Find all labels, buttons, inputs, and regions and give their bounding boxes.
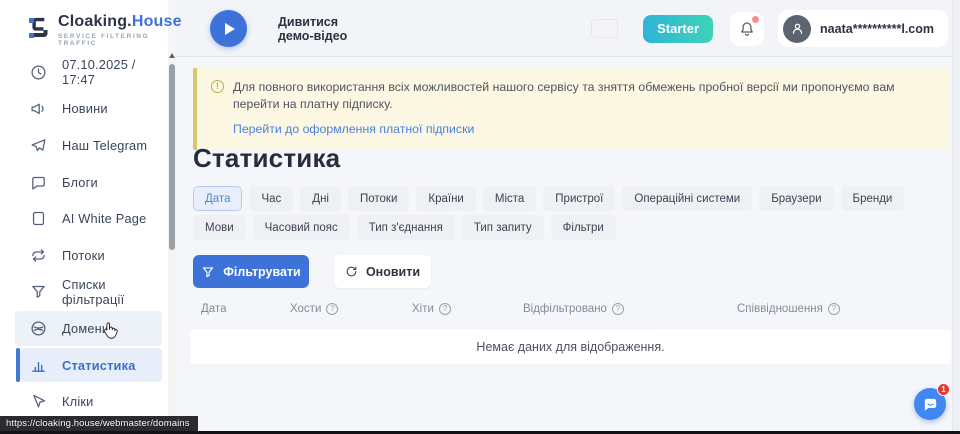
trial-warning-banner: ! Для повного використання всіх можливос… [193, 68, 949, 150]
scroll-up-arrow-icon[interactable] [169, 53, 175, 58]
tab-streams[interactable]: Потоки [348, 186, 409, 211]
sidebar-item-label: Домени [62, 321, 109, 336]
sidebar-item-label: Списки фільтрації [62, 277, 168, 307]
tab-countries[interactable]: Країни [416, 186, 475, 211]
sidebar: Cloaking.House SERVICE FILTERING TRAFFIC… [0, 0, 168, 434]
funnel-icon [30, 283, 47, 300]
app-window: Cloaking.House SERVICE FILTERING TRAFFIC… [0, 0, 960, 434]
funnel-icon [201, 265, 215, 279]
main-content: ! Для повного використання всіх можливос… [176, 57, 960, 434]
tab-browsers[interactable]: Браузери [759, 186, 833, 211]
subscribe-link[interactable]: Перейти до оформлення платної підписки [233, 122, 474, 136]
page-scrollbar[interactable] [952, 0, 960, 431]
help-icon[interactable]: ? [439, 303, 451, 315]
sidebar-item-label: Потоки [62, 248, 105, 263]
notification-dot [752, 16, 759, 23]
tab-days[interactable]: Дні [300, 186, 341, 211]
brand-accent: House [132, 13, 182, 30]
sidebar-item-telegram[interactable]: Наш Telegram [0, 127, 168, 164]
sidebar-item-statistics[interactable]: Статистика [0, 347, 168, 384]
demo-video-button[interactable]: Дивитися демо-відео [210, 10, 347, 47]
chat-launcher-button[interactable]: 1 [914, 388, 946, 420]
sidebar-item-clicks[interactable]: Кліки [0, 383, 168, 420]
column-header-hosts: Хости? [282, 303, 404, 315]
empty-state-text: Немає даних для відображення. [476, 340, 664, 354]
sidebar-item-streams[interactable]: Потоки [0, 237, 168, 274]
statistics-tabs: Дата Час Дні Потоки Країни Міста Пристро… [193, 186, 933, 244]
table-header-row: Дата Хости? Хіти? Відфільтровано? Співві… [193, 303, 951, 315]
tab-connection-type[interactable]: Тип з'єднання [357, 215, 455, 240]
tab-date[interactable]: Дата [193, 186, 242, 211]
column-header-filtered: Відфільтровано? [515, 303, 729, 315]
tab-brands[interactable]: Бренди [841, 186, 905, 211]
sidebar-item-label: Блоги [62, 175, 98, 190]
page-title: Статистика [193, 143, 340, 174]
warning-icon: ! [211, 80, 224, 93]
sidebar-item-label: Наш Telegram [62, 138, 147, 153]
language-flag-ukraine[interactable] [592, 20, 617, 37]
paper-plane-icon [30, 137, 47, 154]
megaphone-icon [30, 100, 47, 117]
sidebar-item-filter-lists[interactable]: Списки фільтрації [0, 274, 168, 311]
clock-icon [30, 64, 47, 81]
topbar: Дивитися демо-відео Starter naata*******… [176, 0, 960, 57]
sync-arrows-icon [30, 247, 47, 264]
refresh-button[interactable]: Оновити [334, 255, 431, 288]
sidebar-item-label: Новини [62, 101, 108, 116]
file-icon [30, 210, 47, 227]
sidebar-item-label: Статистика [62, 358, 136, 373]
help-icon[interactable]: ? [326, 303, 338, 315]
chat-icon [922, 396, 939, 413]
logo-icon [28, 14, 50, 47]
scrollbar-thumb[interactable] [169, 64, 175, 250]
table-empty-state: Немає даних для відображення. [190, 330, 951, 364]
tab-filters[interactable]: Фільтри [551, 215, 616, 240]
help-icon[interactable]: ? [612, 303, 624, 315]
tab-operating-systems[interactable]: Операційні системи [622, 186, 752, 211]
bar-chart-icon [30, 357, 47, 374]
help-icon[interactable]: ? [828, 303, 840, 315]
tab-time[interactable]: Час [249, 186, 293, 211]
user-account-button[interactable]: naata**********l.com [778, 10, 948, 47]
logo-tagline: SERVICE FILTERING TRAFFIC [58, 33, 182, 47]
tab-languages[interactable]: Мови [193, 215, 246, 240]
brand-dark: Cloaking. [58, 13, 132, 30]
plan-badge-button[interactable]: Starter [643, 15, 713, 43]
sidebar-item-news[interactable]: Новини [0, 91, 168, 128]
banner-text: Для повного використання всіх можливосте… [233, 79, 933, 113]
avatar [783, 15, 811, 43]
cursor-arrow-icon [30, 393, 47, 410]
play-icon[interactable] [210, 10, 247, 47]
tab-cities[interactable]: Міста [483, 186, 536, 211]
topbar-right-group: Starter naata**********l.com [592, 0, 948, 57]
globe-icon [30, 320, 47, 337]
sidebar-item-ai-white-page[interactable]: AI White Page [0, 200, 168, 237]
user-email: naata**********l.com [820, 22, 934, 36]
tab-devices[interactable]: Пристрої [543, 186, 615, 211]
tab-timezone[interactable]: Часовий пояс [253, 215, 350, 240]
sidebar-item-label: 07.10.2025 / 17:47 [62, 57, 168, 87]
status-url-tooltip: https://cloaking.house/webmaster/domains [0, 416, 198, 431]
sidebar-item-label: Кліки [62, 394, 94, 409]
column-header-date: Дата [193, 303, 282, 315]
chat-unread-badge: 1 [937, 383, 950, 396]
sidebar-scrollbar[interactable] [168, 50, 176, 431]
tab-request-type[interactable]: Тип запиту [462, 215, 544, 240]
column-header-hits: Хіти? [404, 303, 515, 315]
sidebar-nav: 07.10.2025 / 17:47 Новини Наш Telegram Б… [0, 54, 168, 420]
logo-text: Cloaking.House SERVICE FILTERING TRAFFIC [58, 13, 182, 47]
table-actions: Фільтрувати Оновити [193, 255, 431, 288]
demo-video-label: Дивитися демо-відео [278, 15, 347, 43]
refresh-icon [345, 265, 358, 278]
logo[interactable]: Cloaking.House SERVICE FILTERING TRAFFIC [0, 0, 168, 47]
column-header-ratio: Співвідношення? [729, 303, 951, 315]
sidebar-item-domains[interactable]: Домени [0, 310, 168, 347]
sidebar-item-datetime: 07.10.2025 / 17:47 [0, 54, 168, 91]
chat-bubble-icon [30, 174, 47, 191]
sidebar-item-blogs[interactable]: Блоги [0, 164, 168, 201]
filter-button[interactable]: Фільтрувати [193, 255, 309, 288]
notifications-button[interactable] [730, 12, 764, 46]
sidebar-item-label: AI White Page [62, 211, 146, 226]
